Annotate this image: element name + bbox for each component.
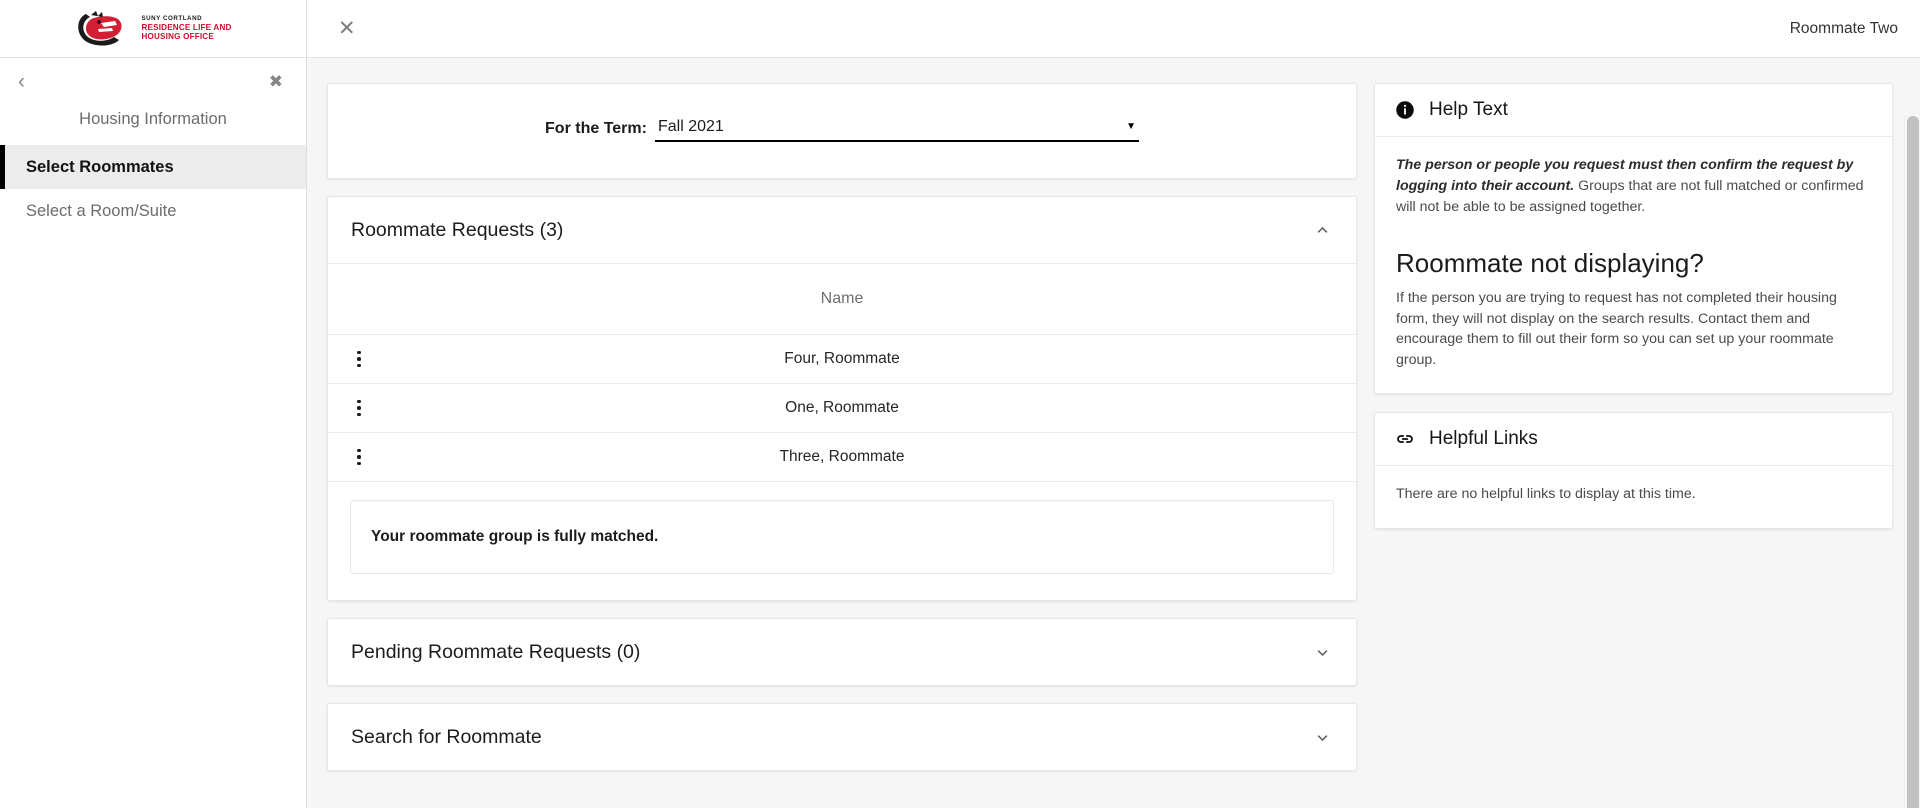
- help-text-title: Help Text: [1429, 99, 1508, 120]
- requests-table-header: Name: [328, 263, 1356, 334]
- logo-line-2: RESIDENCE LIFE AND: [141, 22, 232, 32]
- logo-wordmark: SUNY CORTLAND RESIDENCE LIFE AND HOUSING…: [141, 14, 232, 41]
- pending-requests-title: Pending Roommate Requests (0): [351, 640, 641, 663]
- roommate-requests-header[interactable]: Roommate Requests (3): [328, 197, 1356, 263]
- cortland-dragon-logo-icon: [78, 10, 122, 46]
- info-icon: [1396, 101, 1414, 119]
- brand-logo: SUNY CORTLAND RESIDENCE LIFE AND HOUSING…: [74, 8, 231, 50]
- row-name: Four, Roommate: [784, 350, 900, 367]
- vertical-scrollbar[interactable]: [1904, 116, 1920, 808]
- help-text-header: Help Text: [1375, 84, 1892, 137]
- link-icon: [1397, 435, 1413, 443]
- sidebar: SUNY CORTLAND RESIDENCE LIFE AND HOUSING…: [0, 0, 307, 808]
- search-roommate-card: Search for Roommate: [327, 703, 1357, 771]
- roommate-not-displaying-heading: Roommate not displaying?: [1396, 247, 1704, 278]
- kebab-menu-icon: [357, 350, 361, 368]
- logo-line-3: HOUSING OFFICE: [141, 31, 214, 41]
- side-column: Help Text The person or people you reque…: [1374, 83, 1893, 808]
- chevron-down-icon: ▼: [1126, 121, 1136, 132]
- main-column: For the Term: Fall 2021 ▼ Roommate Reque…: [327, 83, 1357, 808]
- scrollbar-thumb[interactable]: [1907, 116, 1919, 808]
- term-row: For the Term: Fall 2021 ▼: [328, 118, 1356, 142]
- helpful-links-panel: Helpful Links There are no helpful links…: [1374, 412, 1893, 530]
- roommate-not-displaying-paragraph: If the person you are trying to request …: [1396, 289, 1837, 369]
- table-row: One, Roommate: [328, 383, 1356, 432]
- sidebar-item-select-room-suite[interactable]: Select a Room/Suite: [0, 189, 306, 233]
- pending-requests-card: Pending Roommate Requests (0): [327, 618, 1357, 686]
- help-text-body: The person or people you request must th…: [1375, 137, 1892, 393]
- close-icon[interactable]: ✕: [333, 15, 361, 42]
- help-text-paragraph: The person or people you request must th…: [1396, 155, 1871, 218]
- current-user-label: Roommate Two: [1789, 19, 1898, 37]
- table-header-name: Name: [820, 290, 864, 307]
- content-area: For the Term: Fall 2021 ▼ Roommate Reque…: [307, 58, 1920, 808]
- chevron-up-icon[interactable]: [1315, 223, 1330, 238]
- help-text-panel: Help Text The person or people you reque…: [1374, 83, 1893, 395]
- term-select-value: Fall 2021: [657, 118, 724, 135]
- sidebar-item-label: Select Roommates: [26, 157, 174, 176]
- helpful-links-title: Helpful Links: [1429, 428, 1538, 450]
- sidebar-nav-controls: ‹ ✖: [0, 58, 306, 104]
- chevron-down-icon[interactable]: [1315, 645, 1330, 660]
- chevron-down-icon[interactable]: [1315, 730, 1330, 745]
- match-status-notice: Your roommate group is fully matched.: [350, 500, 1334, 574]
- row-name: Three, Roommate: [779, 448, 905, 465]
- main-region: ✕ Roommate Two For the Term: Fall 2021 ▼: [307, 0, 1920, 808]
- row-menu-button[interactable]: [328, 350, 390, 368]
- row-menu-button[interactable]: [328, 399, 390, 417]
- roommate-requests-title: Roommate Requests (3): [351, 218, 564, 241]
- search-roommate-header[interactable]: Search for Roommate: [328, 704, 1356, 770]
- row-menu-button[interactable]: [328, 448, 390, 466]
- term-select[interactable]: Fall 2021 ▼: [654, 118, 1139, 142]
- table-row: Four, Roommate: [328, 334, 1356, 383]
- term-label: For the Term:: [545, 120, 647, 137]
- term-selector-card: For the Term: Fall 2021 ▼: [327, 83, 1357, 179]
- helpful-links-header: Helpful Links: [1375, 413, 1892, 467]
- kebab-menu-icon: [357, 399, 361, 417]
- roommate-requests-card: Roommate Requests (3) Name Four, Roommat…: [327, 196, 1357, 601]
- logo-area: SUNY CORTLAND RESIDENCE LIFE AND HOUSING…: [0, 0, 306, 58]
- row-name: One, Roommate: [785, 399, 899, 416]
- app-root: SUNY CORTLAND RESIDENCE LIFE AND HOUSING…: [0, 0, 1920, 808]
- table-row: Three, Roommate: [328, 432, 1356, 481]
- back-chevron-icon[interactable]: ‹: [12, 69, 31, 94]
- pending-requests-header[interactable]: Pending Roommate Requests (0): [328, 619, 1356, 685]
- sidebar-item-label: Select a Room/Suite: [26, 201, 177, 220]
- top-bar: ✕ Roommate Two: [307, 0, 1920, 58]
- sidebar-close-icon[interactable]: ✖: [265, 71, 287, 92]
- search-roommate-title: Search for Roommate: [351, 725, 542, 748]
- logo-line-1: SUNY CORTLAND: [141, 14, 203, 22]
- sidebar-title: Housing Information: [79, 110, 227, 128]
- sidebar-item-select-roommates[interactable]: Select Roommates: [0, 145, 306, 189]
- helpful-links-empty-message: There are no helpful links to display at…: [1396, 486, 1696, 503]
- kebab-menu-icon: [357, 448, 361, 466]
- match-notice-wrap: Your roommate group is fully matched.: [328, 481, 1356, 600]
